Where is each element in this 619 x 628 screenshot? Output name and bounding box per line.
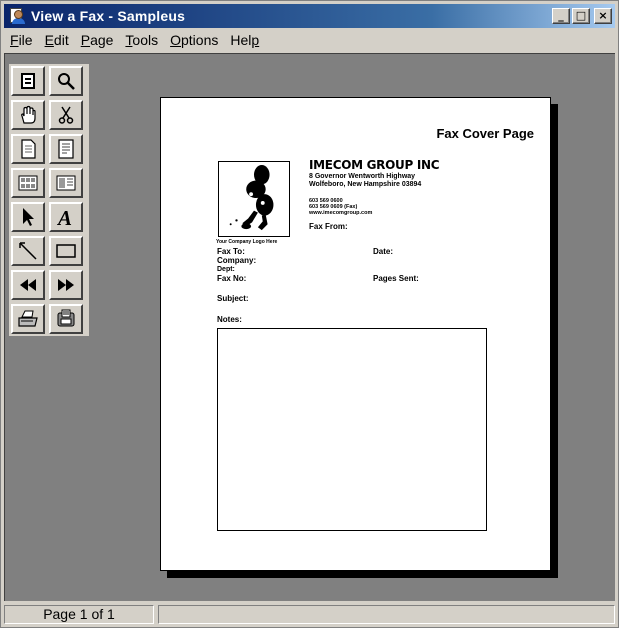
menu-page[interactable]: Page <box>75 32 120 48</box>
fax-cover-heading: Fax Cover Page <box>436 126 534 141</box>
status-message <box>158 605 615 624</box>
company-logo <box>218 161 290 237</box>
cut-button[interactable] <box>49 100 83 130</box>
mascot-logo-icon <box>229 164 274 231</box>
thumbnail-view-button[interactable] <box>11 168 45 198</box>
rectangle-tool-icon <box>56 244 76 258</box>
zoom-button[interactable] <box>49 66 83 96</box>
date-label: Date: <box>373 247 394 256</box>
text-page-view-button[interactable] <box>49 134 83 164</box>
arrow-pointer-icon <box>23 208 34 226</box>
single-page-view-icon <box>21 73 35 89</box>
fax-viewer-app-icon[interactable] <box>8 7 26 25</box>
fax-no-label: Fax No: <box>217 274 247 283</box>
menu-file[interactable]: File <box>4 32 39 48</box>
previous-page-button[interactable] <box>11 270 45 300</box>
website: www.imecomgroup.com <box>309 210 373 216</box>
pan-button[interactable] <box>11 100 45 130</box>
svg-text:A: A <box>56 207 72 227</box>
menu-bar: File Edit Page Tools Options Help <box>4 29 615 51</box>
pages-sent-label: Pages Sent: <box>373 274 419 283</box>
magnifier-icon <box>58 73 75 90</box>
page-view-button[interactable] <box>11 134 45 164</box>
fax-send-icon <box>57 309 75 327</box>
company-name: IMECOM GROUP INC <box>309 158 440 172</box>
text-tool-icon: A <box>56 207 72 227</box>
printer-icon <box>18 310 38 327</box>
line-tool-button[interactable] <box>11 236 45 266</box>
address-line-1: 8 Governor Wentworth Highway <box>309 173 416 180</box>
document-area[interactable]: A Fax Cover Page Your Company Logo Here … <box>4 53 615 601</box>
status-bar: Page 1 of 1 <box>4 605 615 625</box>
notes-box <box>217 328 487 531</box>
fax-page[interactable]: Fax Cover Page Your Company Logo Here IM… <box>160 97 551 571</box>
thumbnail-grid-icon <box>18 175 38 191</box>
page-lines-icon <box>58 139 74 159</box>
next-page-icon <box>58 279 74 291</box>
next-page-button[interactable] <box>49 270 83 300</box>
notes-label: Notes: <box>217 315 242 324</box>
list-view-button[interactable] <box>49 168 83 198</box>
menu-edit[interactable]: Edit <box>39 32 75 48</box>
page-document-icon <box>21 139 36 159</box>
scissors-icon <box>58 106 74 124</box>
logo-caption: Your Company Logo Here <box>216 239 278 245</box>
thumbnail-list-icon <box>56 175 76 191</box>
page-indicator: Page 1 of 1 <box>4 605 154 624</box>
tool-palette: A <box>9 64 89 336</box>
close-button[interactable]: × <box>594 8 612 24</box>
rectangle-tool-button[interactable] <box>49 236 83 266</box>
fax-from-label: Fax From: <box>309 222 348 231</box>
subject-label: Subject: <box>217 294 249 303</box>
address-line-2: Wolfeboro, New Hampshire 03894 <box>309 181 422 188</box>
company-label: Company: <box>217 256 257 265</box>
minimize-button[interactable]: _ <box>552 8 570 24</box>
hand-pan-icon <box>21 105 36 124</box>
dept-label: Dept: <box>217 266 235 273</box>
window-title: View a Fax - Sampleus <box>31 8 186 24</box>
select-button[interactable] <box>11 202 45 232</box>
print-button[interactable] <box>11 304 45 334</box>
single-page-view-button[interactable] <box>11 66 45 96</box>
fax-to-label: Fax To: <box>217 247 245 256</box>
title-bar[interactable]: View a Fax - Sampleus _ □ × <box>4 4 615 28</box>
line-tool-icon <box>19 242 37 260</box>
fax-viewer-window: View a Fax - Sampleus _ □ × File Edit Pa… <box>0 0 619 628</box>
send-fax-button[interactable] <box>49 304 83 334</box>
maximize-button[interactable]: □ <box>572 8 590 24</box>
menu-help[interactable]: Help <box>224 32 265 48</box>
text-tool-button[interactable]: A <box>49 202 83 232</box>
menu-tools[interactable]: Tools <box>119 32 164 48</box>
previous-page-icon <box>20 279 36 291</box>
menu-options[interactable]: Options <box>164 32 224 48</box>
